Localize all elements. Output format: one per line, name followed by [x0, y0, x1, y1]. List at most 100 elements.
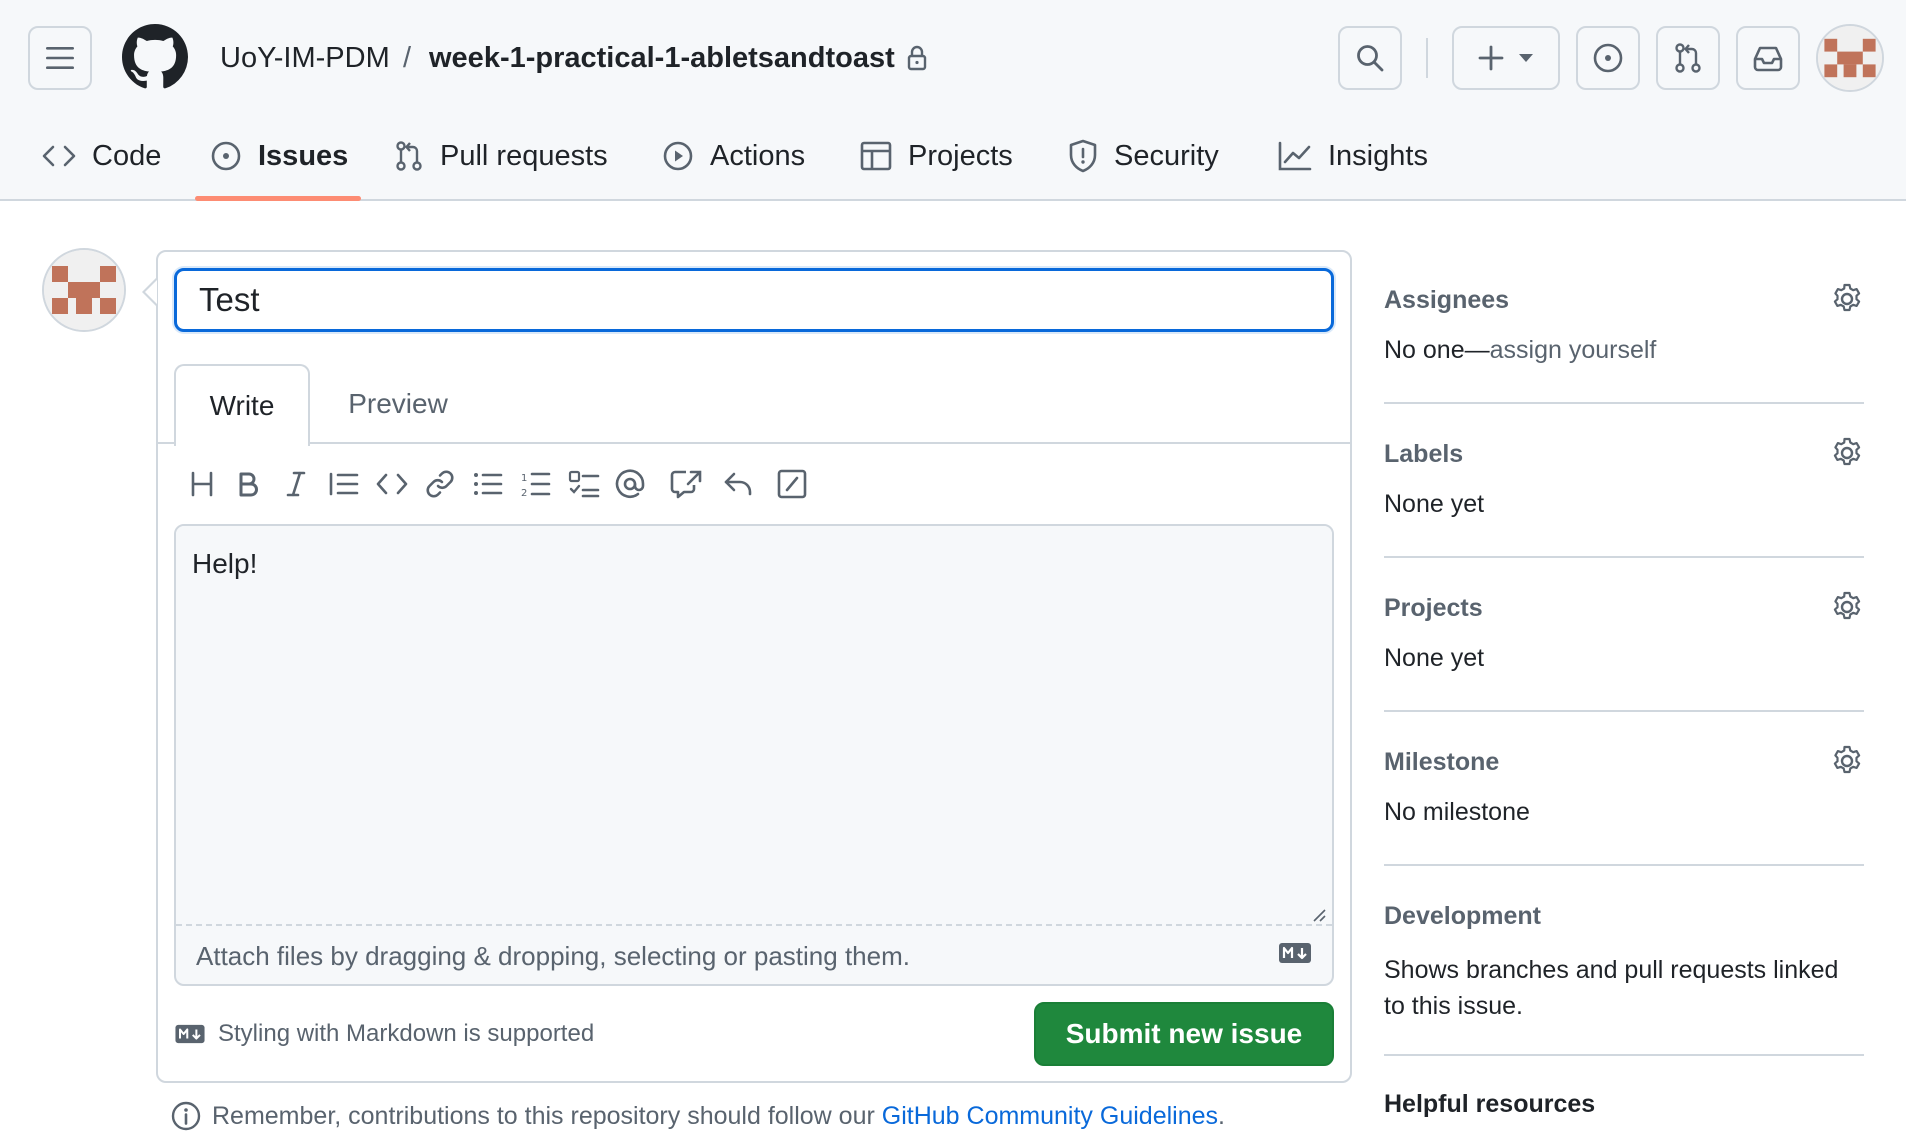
slash-commands-button[interactable] [770, 462, 814, 506]
svg-text:2: 2 [521, 488, 527, 498]
svg-text:1: 1 [521, 473, 527, 484]
tab-actions-label: Actions [710, 139, 806, 172]
tab-code[interactable]: Code [42, 126, 161, 186]
submit-new-issue-button[interactable]: Submit new issue [1034, 1002, 1334, 1066]
graph-icon [1278, 141, 1312, 171]
info-icon [171, 1101, 201, 1131]
open-menu-button[interactable] [28, 26, 92, 90]
milestone-title: Milestone [1384, 748, 1500, 776]
issue-title-input[interactable] [174, 268, 1334, 332]
github-logo-icon[interactable] [122, 24, 188, 90]
gear-icon[interactable] [1830, 436, 1864, 470]
active-tab-indicator [195, 196, 361, 201]
identicon-avatar-icon [1818, 26, 1882, 90]
gear-icon[interactable] [1830, 590, 1864, 624]
your-pull-requests-button[interactable] [1656, 26, 1720, 90]
tab-issues-label: Issues [258, 139, 349, 172]
mention-icon [615, 469, 645, 499]
development-title: Development [1384, 902, 1541, 930]
projects-title: Projects [1384, 594, 1483, 622]
tab-actions[interactable]: Actions [662, 126, 805, 186]
gear-icon[interactable] [1830, 744, 1864, 778]
sidebar-divider [1384, 1054, 1864, 1056]
sidebar-divider [1384, 864, 1864, 866]
tab-preview[interactable]: Preview [328, 364, 468, 444]
sidebar-divider [1384, 710, 1864, 712]
tab-insights-label: Insights [1328, 139, 1428, 172]
reference-button[interactable] [664, 462, 708, 506]
breadcrumb-owner[interactable]: UoY-IM-PDM [220, 38, 390, 78]
unordered-list-button[interactable] [466, 462, 510, 506]
bold-button[interactable] [226, 462, 270, 506]
gear-icon[interactable] [1830, 282, 1864, 316]
code-button[interactable] [370, 462, 414, 506]
attach-files-text: Attach files by dragging & dropping, sel… [196, 940, 910, 971]
heading-button[interactable] [180, 462, 224, 506]
tab-pull-requests-label: Pull requests [440, 139, 608, 172]
task-list-button[interactable] [562, 462, 606, 506]
bold-icon [239, 472, 258, 497]
shield-icon [1069, 139, 1097, 173]
global-header: UoY-IM-PDM / week-1-practical-1-abletsan… [0, 0, 1906, 201]
inbox-button[interactable] [1736, 26, 1800, 90]
search-button[interactable] [1338, 26, 1402, 90]
header-divider [1426, 38, 1428, 78]
link-button[interactable] [418, 462, 462, 506]
search-icon [1357, 45, 1384, 72]
list-ordered-icon: 12 [521, 472, 551, 498]
cross-reference-icon [670, 470, 702, 499]
triangle-down-icon [1519, 54, 1533, 62]
code-icon [42, 145, 76, 167]
guidelines-reminder: Remember, contributions to this reposito… [170, 1100, 1225, 1132]
reply-icon [724, 472, 752, 496]
issue-body-textarea[interactable]: Help! [176, 526, 1332, 924]
markdown-note-text: Styling with Markdown is supported [218, 1020, 595, 1047]
breadcrumb-repo[interactable]: week-1-practical-1-abletsandtoast [429, 38, 895, 78]
tab-write[interactable]: Write [174, 364, 310, 446]
italic-icon [286, 471, 306, 497]
author-avatar[interactable] [42, 248, 126, 332]
list-unordered-icon [474, 473, 503, 495]
issue-opened-icon [1593, 43, 1623, 73]
tab-insights[interactable]: Insights [1278, 126, 1428, 186]
git-pull-request-icon [396, 141, 422, 171]
file-attachment-bar[interactable]: Attach files by dragging & dropping, sel… [176, 924, 1332, 984]
sidebar-divider [1384, 402, 1864, 404]
hamburger-icon [46, 47, 74, 69]
saved-replies-button[interactable] [716, 462, 760, 506]
breadcrumb-separator: / [403, 42, 412, 74]
form-pointer-inner [145, 280, 157, 304]
issue-opened-icon [211, 141, 241, 171]
ordered-list-button[interactable]: 12 [514, 462, 558, 506]
markdown-icon [175, 1024, 205, 1044]
resize-handle-icon[interactable] [1310, 906, 1326, 922]
mention-button[interactable] [608, 462, 652, 506]
assignees-value: No one—assign yourself [1384, 336, 1657, 364]
link-icon [426, 470, 454, 498]
tab-security-label: Security [1114, 139, 1219, 172]
quote-button[interactable] [322, 462, 366, 506]
git-pull-request-icon [1675, 43, 1701, 73]
user-avatar[interactable] [1816, 24, 1884, 92]
assign-yourself-link[interactable]: assign yourself [1490, 336, 1657, 364]
markdown-supported-note[interactable]: Styling with Markdown is supported [174, 1020, 594, 1048]
tab-pull-requests[interactable]: Pull requests [394, 126, 608, 186]
tab-issues[interactable]: Issues [210, 126, 348, 186]
heading-icon [191, 471, 213, 497]
tab-code-label: Code [92, 139, 162, 172]
italic-button[interactable] [274, 462, 318, 506]
markdown-icon [1279, 943, 1311, 963]
sidebar-divider [1384, 556, 1864, 558]
helpful-resources-title: Helpful resources [1384, 1090, 1596, 1118]
your-issues-button[interactable] [1576, 26, 1640, 90]
table-icon [860, 141, 892, 171]
inbox-icon [1753, 46, 1783, 72]
create-new-button[interactable] [1452, 26, 1560, 90]
community-guidelines-link[interactable]: GitHub Community Guidelines [882, 1102, 1218, 1130]
tab-security[interactable]: Security [1068, 126, 1219, 186]
tab-projects[interactable]: Projects [860, 126, 1013, 186]
labels-value: None yet [1384, 490, 1485, 518]
identicon-avatar-icon [44, 250, 124, 330]
comment-body-container: Help! Attach files by dragging & droppin… [174, 524, 1334, 986]
tab-projects-label: Projects [908, 139, 1013, 172]
